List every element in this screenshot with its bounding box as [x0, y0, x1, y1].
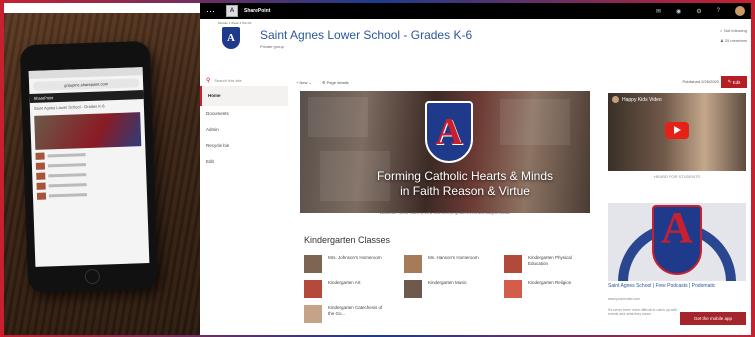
collage: groupinc.sharepoint.com SharePoint Saint… [4, 3, 751, 335]
help-icon[interactable]: ? [717, 8, 720, 14]
site-privacy: Private group [260, 44, 284, 49]
class-thumbnail [304, 255, 322, 273]
phone-url-bar: groupinc.sharepoint.com [32, 78, 140, 91]
hero-photo-tile [308, 97, 368, 137]
nav-item-admin[interactable]: Admin [200, 122, 288, 138]
members-label: 25 members [724, 38, 747, 43]
class-thumbnail [304, 280, 322, 298]
members-button[interactable]: ♟ 25 members [720, 38, 747, 43]
class-thumbnail [504, 255, 522, 273]
class-thumbnail [304, 305, 322, 323]
video-caption: HEARD FOR STUDENTS [653, 174, 701, 179]
follow-button[interactable]: ☆ Not following [719, 28, 747, 33]
bell-icon[interactable]: ◉ [676, 8, 681, 15]
page-details-label: Page details [326, 79, 349, 85]
class-label: Ms. Hanson's Homeroom [428, 255, 479, 260]
video-title-text: Happy Kids Video [622, 96, 662, 103]
search-icon: ⚲ [206, 77, 211, 84]
suite-bar: ⋯ A SharePoint ✉ ◉ ⚙ ? [200, 3, 751, 19]
hero-heading: Forming Catholic Hearts & Minds in Faith… [340, 169, 590, 199]
class-label: Kindergarten Physical Education [528, 255, 572, 266]
hero-photo-tile [500, 99, 570, 145]
school-logo-icon[interactable]: A [226, 5, 238, 17]
phone-device: groupinc.sharepoint.com SharePoint Saint… [19, 40, 159, 294]
app-name[interactable]: SharePoint [244, 8, 270, 14]
phone-list-item [35, 149, 141, 160]
site-logo-icon: A [222, 27, 240, 49]
page-details-button[interactable]: ⚙ Page details [322, 80, 349, 85]
phone-banner [34, 112, 142, 150]
school-crest-icon: A [425, 101, 473, 163]
site-header: Module 1 Week 4 5/9-4/3 A Saint Agnes Lo… [200, 19, 751, 53]
hero-line-2: in Faith Reason & Virtue [400, 184, 530, 198]
nav-item-documents[interactable]: Documents [200, 106, 288, 122]
class-link[interactable]: Ms. Hanson's Homeroom [404, 255, 488, 273]
phone-status-bar [28, 67, 143, 80]
class-link[interactable]: Kindergarten Music [404, 280, 488, 298]
avatar[interactable] [735, 6, 745, 16]
search-placeholder: Search this site [214, 77, 242, 83]
phone-list-item [35, 159, 142, 170]
class-thumbnail [504, 280, 522, 298]
edit-button[interactable]: ✎ Edit [721, 76, 747, 88]
new-button[interactable]: + New ⌄ [296, 80, 312, 85]
class-label: Mrs. Johnson's Homeroom [328, 255, 382, 260]
search-box[interactable]: ⚲ Search this site [200, 74, 288, 86]
chat-icon[interactable]: ✉ [656, 8, 661, 15]
app-launcher-icon[interactable]: ⋯ [206, 6, 220, 17]
podcast-image[interactable]: A [608, 203, 746, 281]
class-label: Kindergarten Art [328, 280, 361, 285]
hero-banner[interactable]: A Forming Catholic Hearts & Minds in Fai… [300, 91, 590, 213]
breadcrumb[interactable]: Module 1 Week 4 5/9-4/3 [218, 21, 251, 25]
class-link[interactable]: Kindergarten Religion [504, 280, 588, 298]
left-nav: ⚲ Search this site Home Documents Admin … [200, 74, 288, 170]
video-title: Happy Kids Video [612, 96, 662, 103]
play-icon[interactable] [665, 122, 689, 139]
class-label: Kindergarten Religion [528, 280, 572, 285]
nav-item-edit[interactable]: Edit [200, 154, 288, 170]
command-bar: + New ⌄ ⚙ Page details Published 2/26/20… [296, 76, 751, 88]
nav-item-recycle-bin[interactable]: Recycle bin [200, 138, 288, 154]
phone-screen: groupinc.sharepoint.com SharePoint Saint… [28, 67, 150, 267]
published-status: Published 2/26/2020 [682, 79, 719, 84]
class-thumbnail [404, 255, 422, 273]
class-link[interactable]: Kindergarten Art [304, 280, 388, 298]
sharepoint-page: ⋯ A SharePoint ✉ ◉ ⚙ ? Module 1 Week 4 5… [200, 3, 751, 335]
podcast-link[interactable]: Saint Agnes School | Free Podcasts | Pod… [608, 283, 746, 289]
class-link[interactable]: Mrs. Johnson's Homeroom [304, 255, 388, 273]
nav-item-home[interactable]: Home [200, 86, 288, 106]
school-crest-icon: A [652, 205, 702, 275]
kindergarten-heading: Kindergarten Classes [304, 235, 391, 245]
class-link[interactable]: Kindergarten Physical Education [504, 255, 588, 273]
new-label: New [299, 79, 308, 85]
edit-label: Edit [732, 79, 741, 85]
class-link[interactable]: Kindergarten Catechesis of the Go... [304, 305, 388, 323]
phone-list-item [36, 169, 142, 180]
phone-photo: groupinc.sharepoint.com SharePoint Saint… [4, 13, 200, 335]
podcast-url: www.podomatic.com [608, 297, 641, 301]
get-mobile-app-button[interactable]: Get the mobile app [680, 312, 746, 325]
follow-label: Not following [724, 28, 747, 33]
class-label: Kindergarten Catechesis of the Go... [328, 305, 383, 316]
phone-list-item [36, 189, 143, 200]
hero-line-1: Forming Catholic Hearts & Minds [376, 169, 554, 183]
phone-home-button [84, 268, 101, 285]
site-title[interactable]: Saint Agnes Lower School - Grades K-6 [260, 28, 472, 42]
video-embed[interactable]: Happy Kids Video [608, 93, 746, 171]
podcast-description: It's never been more difficult to catch … [608, 308, 677, 316]
gear-icon[interactable]: ⚙ [696, 8, 701, 15]
hero-caption: Welcome! Scroll down to view and access … [379, 210, 511, 215]
channel-avatar [612, 96, 619, 103]
class-label: Kindergarten Music [428, 280, 467, 285]
phone-list-item [36, 179, 143, 190]
class-thumbnail [404, 280, 422, 298]
